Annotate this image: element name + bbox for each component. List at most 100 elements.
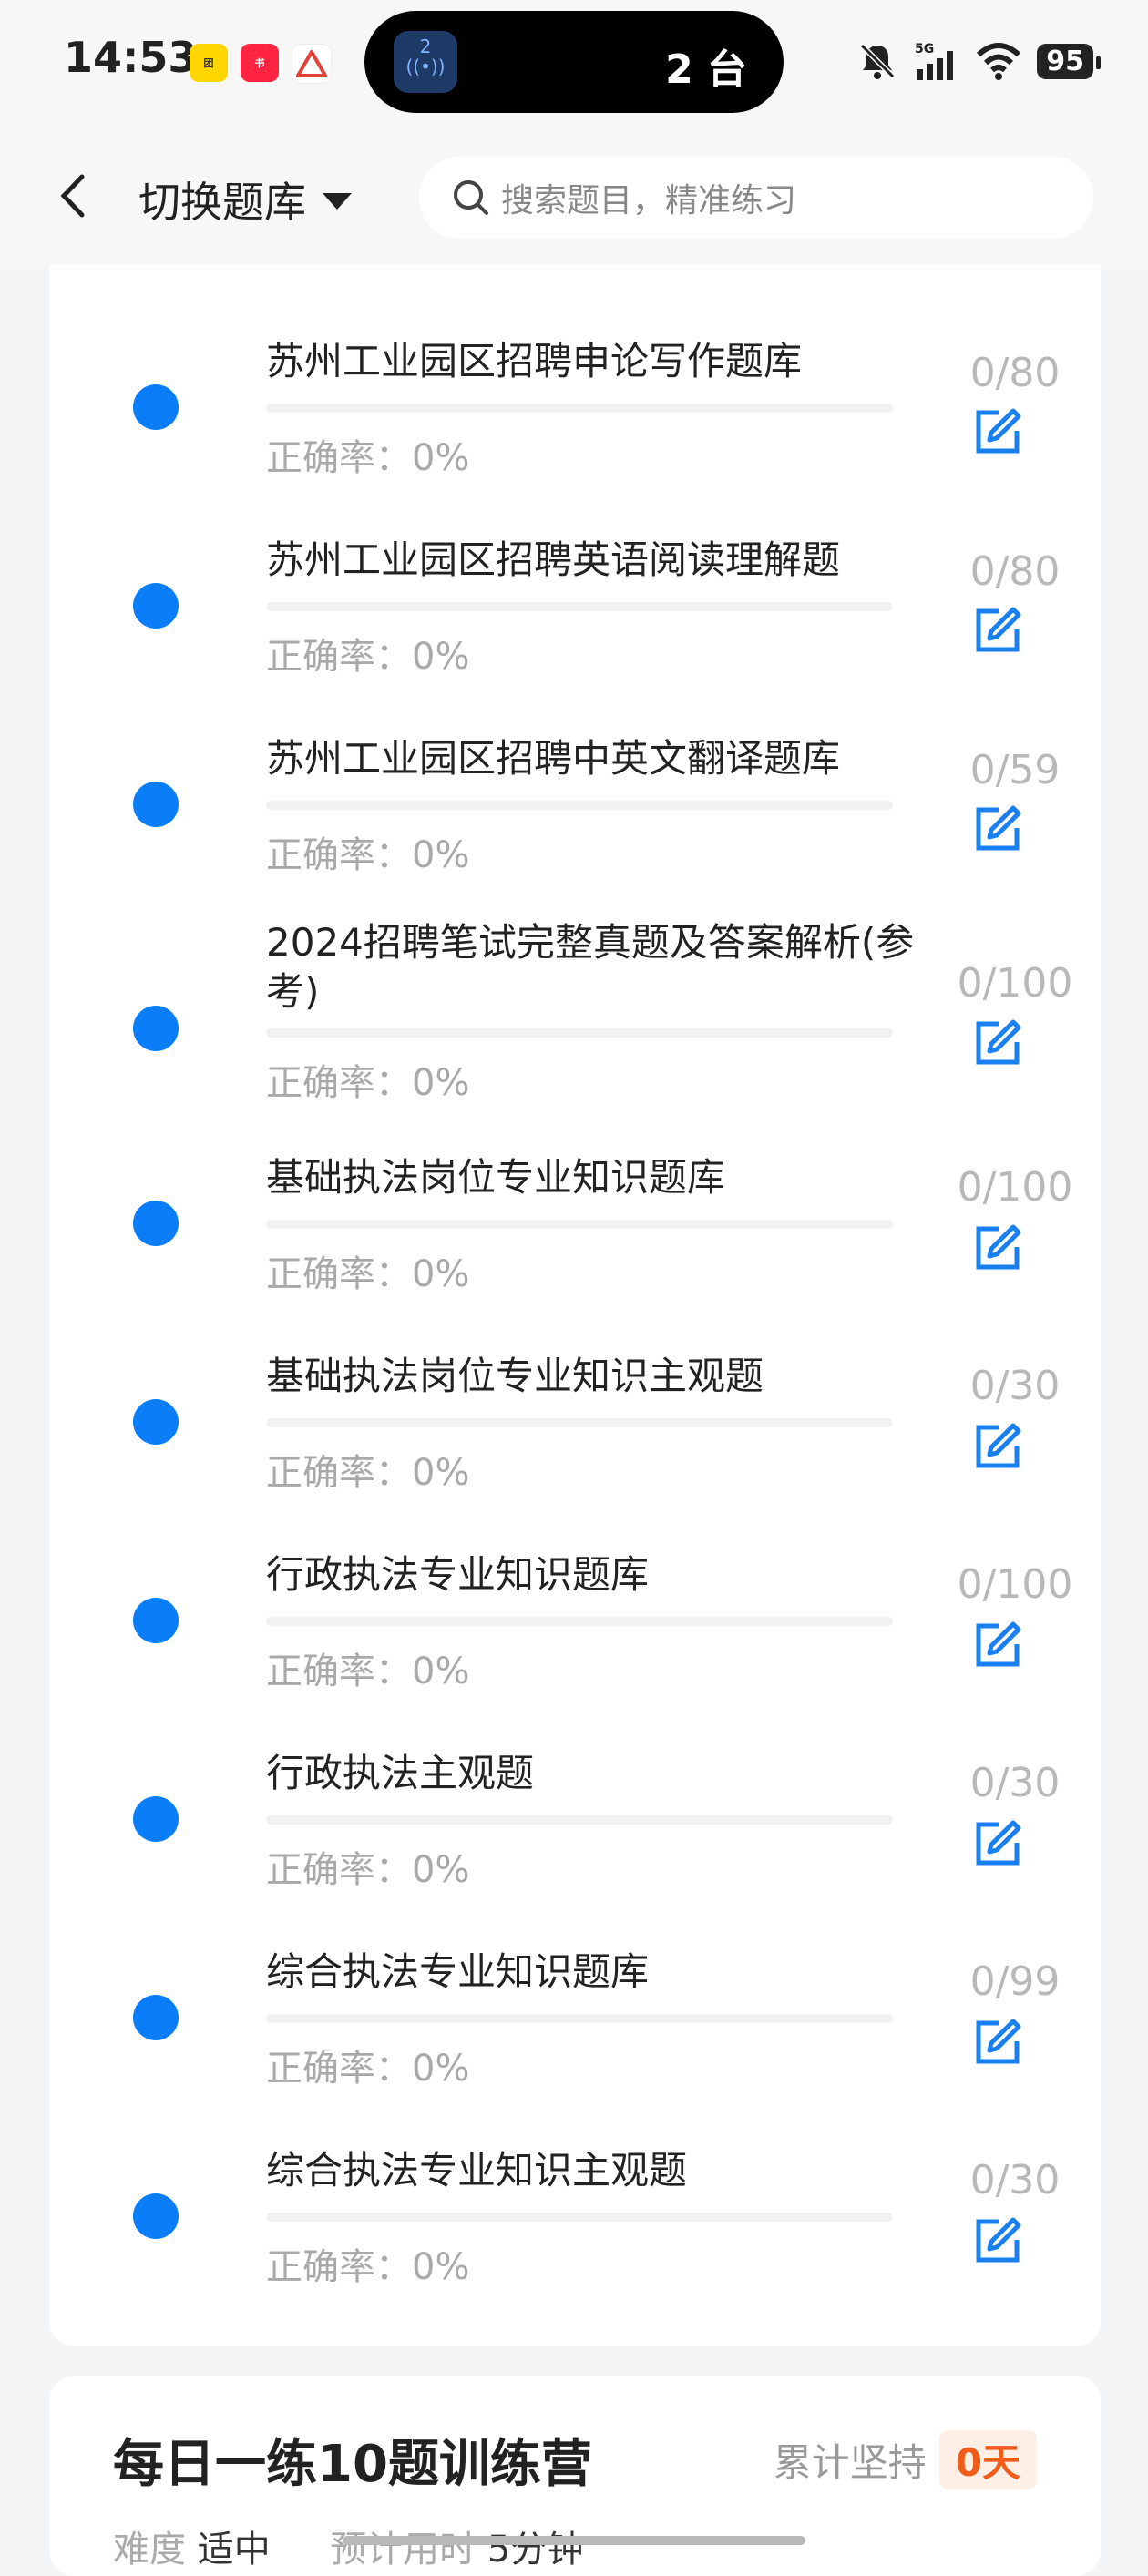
progress-bar [266,1617,893,1626]
progress-bar [266,602,893,611]
edit-icon[interactable] [971,604,1024,657]
bullet-dot [133,1598,179,1643]
status-time: 14:53 [64,33,198,82]
status-bar: 14:53 团 书 2 ((•)) 2 台 5G 95 [0,0,1148,128]
bullet-dot [133,1006,179,1051]
item-accuracy: 正确率：0% [266,1651,470,1692]
back-arrow-icon[interactable] [55,173,91,219]
edit-icon[interactable] [971,1420,1024,1473]
bullet-dot [133,583,179,629]
progress-bar [266,1028,893,1038]
question-bank-list: 苏州工业园区招聘申论写作题库 正确率：0% 0/80 苏州工业园区招聘英语阅读理… [49,264,1101,2346]
item-title: 苏州工业园区招聘英语阅读理解题 [266,537,841,582]
list-item[interactable]: 苏州工业园区招聘申论写作题库 正确率：0% 0/80 [49,301,1101,499]
streak-badge: 0天 [938,2430,1037,2489]
switch-bank-label: 切换题库 [138,178,306,227]
list-item[interactable]: 基础执法岗位专业知识题库 正确率：0% 0/100 [49,1142,1101,1341]
item-title: 基础执法岗位专业知识题库 [266,1155,726,1200]
difficulty-value: 适中 [197,2529,271,2571]
daily-practice-card[interactable]: 每日一练10题训练营 累计坚持 0天 难度 适中 预计用时 5分钟 [49,2376,1101,2576]
progress-bar [266,1815,893,1825]
time-label: 预计用时 [330,2529,477,2571]
list-item[interactable]: 苏州工业园区招聘中英文翻译题库 正确率：0% 0/59 [49,698,1101,896]
item-accuracy: 正确率：0% [266,636,470,678]
item-count: 0/30 [969,1760,1061,1806]
practice-meta: 难度 适中 预计用时 5分钟 [113,2520,583,2572]
item-count: 0/99 [969,1958,1061,2005]
item-count: 0/80 [969,548,1061,595]
edit-icon[interactable] [971,1817,1024,1870]
item-accuracy: 正确率：0% [266,437,470,479]
item-accuracy: 正确率：0% [266,834,470,876]
item-count: 0/30 [969,1363,1061,1409]
time-value: 5分钟 [487,2529,584,2571]
signal-5g-icon: 5G [915,42,954,80]
item-count: 0/100 [957,960,1073,1007]
item-title: 2024招聘笔试完整真题及答案解析(参考) [266,920,915,1014]
daily-practice-title: 每日一练10题训练营 [113,2435,592,2494]
item-accuracy: 正确率：0% [266,1452,470,1494]
status-icons: 5G 95 [856,40,1101,82]
list-item[interactable]: 综合执法专业知识主观题 正确率：0% 0/30 [49,2135,1101,2334]
list-item[interactable]: 行政执法主观题 正确率：0% 0/30 [49,1738,1101,1937]
item-count: 0/100 [957,1561,1073,1608]
island-text: 2 台 [665,46,747,93]
edit-icon[interactable] [971,1619,1024,1671]
bullet-dot [133,1796,179,1842]
edit-icon[interactable] [971,1222,1024,1274]
notification-apps: 团 书 [190,44,332,84]
list-item[interactable]: 基础执法岗位专业知识主观题 正确率：0% 0/30 [49,1341,1101,1539]
search-icon [454,180,488,215]
svg-text:5G: 5G [915,42,934,56]
item-count: 0/80 [969,350,1061,396]
progress-bar [266,2213,893,2222]
item-title: 行政执法专业知识题库 [266,1552,650,1597]
item-accuracy: 正确率：0% [266,2048,470,2090]
meituan-app-icon: 团 [190,44,228,82]
item-title: 苏州工业园区招聘申论写作题库 [266,339,803,383]
item-accuracy: 正确率：0% [266,1849,470,1891]
item-title: 综合执法专业知识主观题 [266,2148,688,2193]
list-item[interactable]: 苏州工业园区招聘英语阅读理解题 正确率：0% 0/80 [49,499,1101,698]
top-bar: 切换题库 搜索题目，精准练习 [0,128,1148,264]
list-item[interactable]: 2024招聘笔试完整真题及答案解析(参考) 正确率：0% 0/100 [49,896,1101,1142]
streak-info: 累计坚持 0天 [774,2430,1037,2489]
progress-bar [266,1220,893,1229]
edit-icon[interactable] [971,2214,1024,2267]
wifi-icon [977,43,1021,80]
dynamic-island[interactable]: 2 ((•)) 2 台 [364,11,784,113]
edit-icon[interactable] [971,2016,1024,2069]
bullet-dot [133,1399,179,1445]
item-count: 0/59 [969,747,1061,793]
progress-bar [266,1418,893,1427]
battery-indicator: 95 [1037,43,1101,79]
item-count: 0/30 [969,2157,1061,2203]
bullet-dot [133,2193,179,2239]
edit-icon[interactable] [971,1017,1024,1069]
bullet-dot [133,384,179,430]
item-accuracy: 正确率：0% [266,1062,470,1104]
progress-bar [266,404,893,413]
search-placeholder: 搜索题目，精准练习 [501,182,797,220]
xiaohongshu-app-icon: 书 [241,44,279,82]
item-title: 基础执法岗位专业知识主观题 [266,1354,764,1398]
bullet-dot [133,782,179,827]
home-indicator[interactable] [343,2536,805,2545]
item-accuracy: 正确率：0% [266,2246,470,2288]
list-item[interactable]: 行政执法专业知识题库 正确率：0% 0/100 [49,1539,1101,1738]
progress-bar [266,2014,893,2023]
item-title: 行政执法主观题 [266,1751,535,1795]
search-box[interactable]: 搜索题目，精准练习 [419,157,1093,239]
edit-icon[interactable] [971,405,1024,458]
switch-bank-dropdown[interactable]: 切换题库 [138,169,352,230]
list-item[interactable]: 综合执法专业知识题库 正确率：0% 0/99 [49,1937,1101,2135]
item-title: 苏州工业园区招聘中英文翻译题库 [266,736,841,781]
bullet-dot [133,1201,179,1246]
app-icon [292,44,332,84]
item-count: 0/100 [957,1164,1073,1211]
broadcast-icon: 2 ((•)) [394,31,457,93]
difficulty-label: 难度 [113,2529,186,2571]
edit-icon[interactable] [971,802,1024,855]
item-accuracy: 正确率：0% [266,1253,470,1295]
mute-bell-icon [860,43,896,79]
